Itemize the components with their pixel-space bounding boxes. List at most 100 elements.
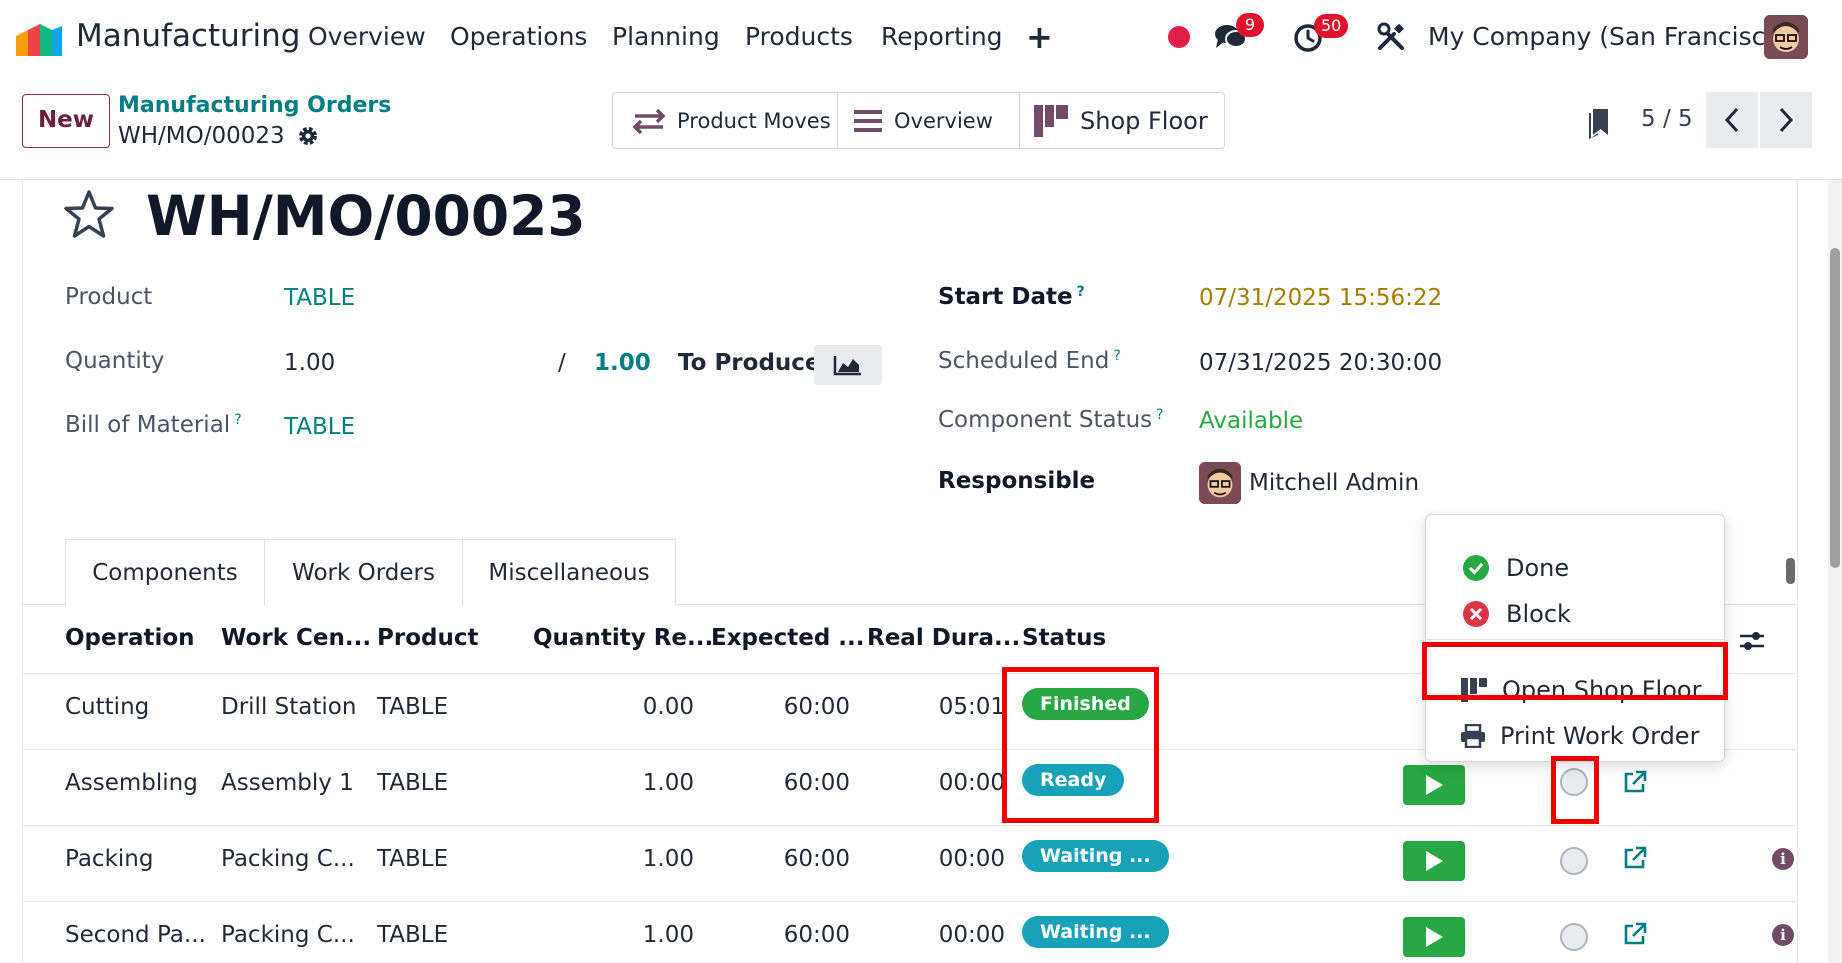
bookmark-icon[interactable] bbox=[1586, 105, 1612, 139]
bom-label-text: Bill of Material bbox=[65, 412, 231, 438]
col-quantity[interactable]: Quantity Re... bbox=[533, 625, 713, 651]
start-button[interactable] bbox=[1403, 765, 1465, 805]
row-toggle-highlight-box bbox=[1551, 756, 1599, 824]
sliders-icon[interactable] bbox=[1738, 627, 1766, 655]
app-name[interactable]: Manufacturing bbox=[76, 18, 300, 54]
pager-previous-button[interactable] bbox=[1706, 92, 1758, 148]
print-work-order-menu-item[interactable]: Print Work Order bbox=[1426, 713, 1724, 759]
block-label: Block bbox=[1506, 600, 1571, 628]
start-date-help-icon[interactable]: ? bbox=[1077, 284, 1085, 300]
info-icon[interactable]: i bbox=[1772, 848, 1794, 870]
operation-cell: Second Pa... bbox=[65, 922, 206, 948]
done-menu-item[interactable]: Done bbox=[1426, 545, 1724, 591]
pager-next-button[interactable] bbox=[1760, 92, 1812, 148]
row-divider bbox=[22, 825, 1798, 826]
external-link-icon[interactable] bbox=[1622, 845, 1648, 871]
row-action-toggle[interactable] bbox=[1560, 847, 1588, 875]
col-work-center[interactable]: Work Cen... bbox=[221, 625, 371, 651]
scheduled-end-help-icon[interactable]: ? bbox=[1113, 348, 1120, 364]
real-duration-cell: 00:00 bbox=[938, 922, 1005, 948]
gear-icon[interactable] bbox=[296, 124, 320, 148]
company-switcher[interactable]: My Company (San Francisco) bbox=[1428, 22, 1790, 51]
shop-floor-label: Shop Floor bbox=[1080, 106, 1208, 135]
menu-operations[interactable]: Operations bbox=[450, 22, 587, 51]
plus-icon[interactable]: + bbox=[1026, 18, 1053, 56]
recording-indicator-icon[interactable] bbox=[1168, 26, 1190, 48]
star-icon[interactable] bbox=[62, 188, 116, 242]
start-date-label: Start Date? bbox=[938, 284, 1085, 310]
status-badge: Waiting ... bbox=[1022, 916, 1169, 948]
col-expected[interactable]: Expected ... bbox=[711, 625, 865, 651]
done-label: Done bbox=[1506, 554, 1570, 582]
scheduled-end-label-text: Scheduled End bbox=[938, 348, 1110, 374]
operation-cell: Assembling bbox=[65, 770, 198, 796]
responsible-value[interactable]: Mitchell Admin bbox=[1249, 470, 1419, 496]
scheduled-end-label: Scheduled End? bbox=[938, 348, 1121, 374]
bom-value[interactable]: TABLE bbox=[284, 414, 355, 440]
row-actions-dropdown: Done Block Open Shop Floor Print Work Or… bbox=[1425, 514, 1725, 762]
real-duration-cell: 00:00 bbox=[938, 846, 1005, 872]
tab-components[interactable]: Components bbox=[65, 539, 264, 605]
block-menu-item[interactable]: Block bbox=[1426, 591, 1724, 637]
component-status-label: Component Status? bbox=[938, 407, 1164, 433]
product-label: Product bbox=[65, 284, 153, 310]
menu-products[interactable]: Products bbox=[745, 22, 853, 51]
product-moves-button[interactable]: Product Moves bbox=[613, 93, 838, 148]
print-work-order-label: Print Work Order bbox=[1500, 722, 1700, 750]
start-date-value[interactable]: 07/31/2025 15:56:22 bbox=[1199, 285, 1442, 311]
pager-value[interactable]: 5 / 5 bbox=[1641, 106, 1693, 132]
status-highlight-box bbox=[1002, 667, 1159, 823]
quantity-cell: 1.00 bbox=[642, 846, 694, 872]
smart-buttons: Product Moves Overview Shop Floor bbox=[612, 92, 1225, 149]
real-duration-cell: 05:01 bbox=[938, 694, 1005, 720]
col-real-duration[interactable]: Real Dura... bbox=[867, 625, 1020, 651]
expected-cell: 60:00 bbox=[783, 770, 850, 796]
row-divider bbox=[22, 901, 1798, 902]
shop-floor-icon bbox=[1034, 104, 1068, 137]
expected-cell: 60:00 bbox=[783, 694, 850, 720]
list-scrollbar-thumb[interactable] bbox=[1786, 558, 1795, 584]
col-status[interactable]: Status bbox=[1022, 625, 1106, 651]
expected-cell: 60:00 bbox=[783, 846, 850, 872]
component-status-help-icon[interactable]: ? bbox=[1156, 407, 1163, 423]
bom-label: Bill of Material? bbox=[65, 412, 242, 438]
row-action-toggle[interactable] bbox=[1560, 923, 1588, 951]
start-button[interactable] bbox=[1403, 917, 1465, 957]
dropdown-divider bbox=[1426, 639, 1724, 640]
col-product[interactable]: Product bbox=[377, 625, 478, 651]
product-cell: TABLE bbox=[377, 694, 449, 720]
tools-icon[interactable] bbox=[1376, 22, 1406, 52]
x-circle-icon bbox=[1463, 601, 1489, 627]
shop-floor-button[interactable]: Shop Floor bbox=[1020, 93, 1224, 148]
play-icon bbox=[1426, 851, 1443, 871]
quantity-cell: 1.00 bbox=[642, 922, 694, 948]
page-scrollbar-thumb[interactable] bbox=[1830, 248, 1840, 568]
tab-miscellaneous[interactable]: Miscellaneous bbox=[463, 539, 676, 605]
menu-reporting[interactable]: Reporting bbox=[881, 22, 1003, 51]
tab-work-orders[interactable]: Work Orders bbox=[264, 539, 463, 606]
chevron-right-icon bbox=[1779, 107, 1794, 133]
forecast-chart-button[interactable] bbox=[814, 345, 882, 385]
bom-help-icon[interactable]: ? bbox=[234, 412, 241, 428]
app-logo-icon[interactable] bbox=[16, 22, 62, 56]
breadcrumb-current: WH/MO/00023 bbox=[118, 123, 285, 149]
quantity-input[interactable]: 1.00 bbox=[284, 350, 335, 376]
scheduled-end-value[interactable]: 07/31/2025 20:30:00 bbox=[1199, 350, 1442, 376]
info-icon[interactable]: i bbox=[1772, 924, 1794, 946]
start-button[interactable] bbox=[1403, 841, 1465, 881]
user-avatar[interactable] bbox=[1764, 15, 1808, 59]
external-link-icon[interactable] bbox=[1622, 921, 1648, 947]
product-value[interactable]: TABLE bbox=[284, 285, 355, 311]
overview-button[interactable]: Overview bbox=[838, 93, 1020, 148]
responsible-avatar bbox=[1199, 462, 1241, 504]
work-center-cell: Drill Station bbox=[221, 694, 357, 720]
external-link-icon[interactable] bbox=[1622, 769, 1648, 795]
new-button[interactable]: New bbox=[22, 94, 110, 148]
menu-overview[interactable]: Overview bbox=[308, 22, 426, 51]
start-date-label-text: Start Date bbox=[938, 284, 1073, 310]
breadcrumb-parent[interactable]: Manufacturing Orders bbox=[118, 93, 391, 118]
menu-planning[interactable]: Planning bbox=[612, 22, 720, 51]
quantity-to-produce[interactable]: 1.00 bbox=[594, 350, 651, 376]
work-center-cell: Assembly 1 bbox=[221, 770, 354, 796]
col-operation[interactable]: Operation bbox=[65, 625, 195, 651]
